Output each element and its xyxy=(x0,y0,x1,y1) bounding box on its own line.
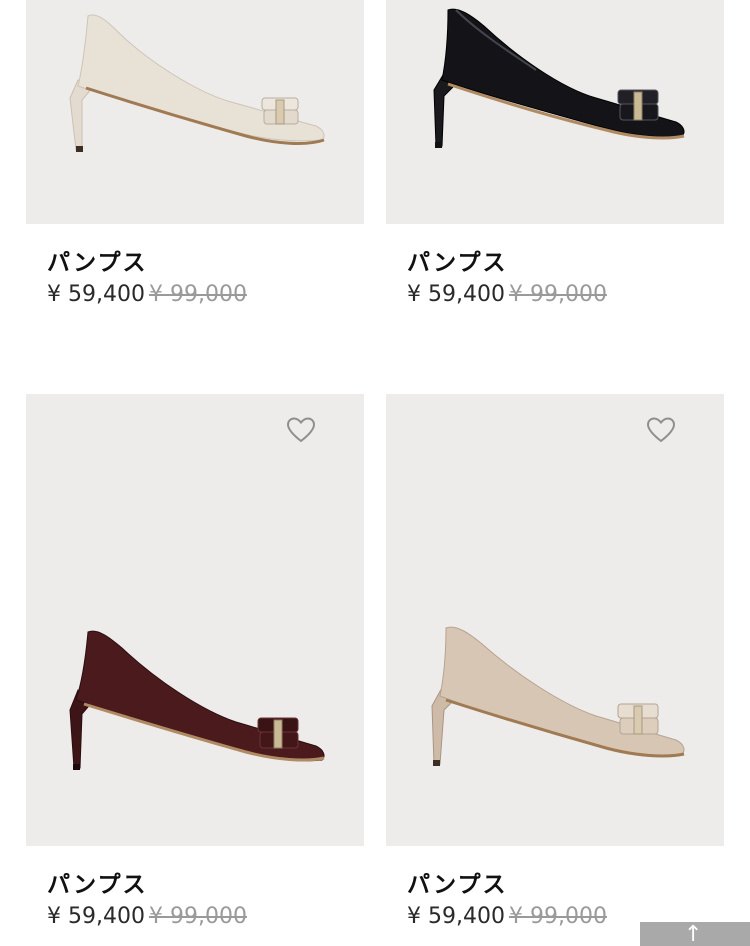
favorite-button[interactable] xyxy=(286,416,316,444)
original-price: ¥ 99,000 xyxy=(508,282,607,307)
sale-price: ¥ 59,400 xyxy=(407,282,505,307)
heart-outline-icon xyxy=(646,417,676,443)
product-image[interactable] xyxy=(26,394,364,846)
product-prices: ¥ 59,400 ¥ 99,000 xyxy=(47,904,247,929)
original-price: ¥ 99,000 xyxy=(148,282,247,307)
product-image[interactable] xyxy=(26,0,364,224)
arrow-up-icon: ↑ xyxy=(684,922,703,946)
product-image[interactable] xyxy=(386,0,724,224)
sale-price: ¥ 59,400 xyxy=(407,904,505,929)
product-prices: ¥ 59,400 ¥ 99,000 xyxy=(407,904,607,929)
product-name[interactable]: パンプス xyxy=(407,865,507,899)
heart-outline-icon xyxy=(286,417,316,443)
sale-price: ¥ 59,400 xyxy=(47,282,145,307)
scroll-to-top-button[interactable]: ↑ xyxy=(640,922,750,946)
product-prices: ¥ 59,400 ¥ 99,000 xyxy=(47,282,247,307)
shoe-image xyxy=(69,14,325,152)
original-price: ¥ 99,000 xyxy=(508,904,607,929)
product-card[interactable]: パンプス ¥ 59,400 ¥ 99,000 xyxy=(26,0,364,307)
product-name[interactable]: パンプス xyxy=(47,865,147,899)
product-card[interactable]: パンプス ¥ 59,400 ¥ 99,000 xyxy=(386,0,724,307)
product-card[interactable]: パンプス ¥ 59,400 ¥ 99,000 xyxy=(386,394,724,929)
product-name[interactable]: パンプス xyxy=(407,243,507,277)
product-image[interactable] xyxy=(386,394,724,846)
shoe-image xyxy=(431,626,685,766)
shoe-image xyxy=(433,8,685,148)
original-price: ¥ 99,000 xyxy=(148,904,247,929)
sale-price: ¥ 59,400 xyxy=(47,904,145,929)
product-name[interactable]: パンプス xyxy=(47,243,147,277)
product-card[interactable]: パンプス ¥ 59,400 ¥ 99,000 xyxy=(26,394,364,929)
shoe-image xyxy=(69,630,325,770)
product-prices: ¥ 59,400 ¥ 99,000 xyxy=(407,282,607,307)
favorite-button[interactable] xyxy=(646,416,676,444)
